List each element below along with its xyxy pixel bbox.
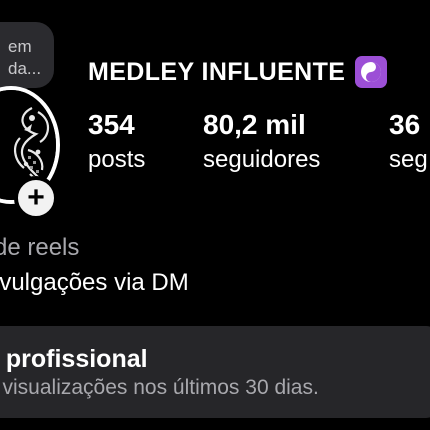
note-text-line-2: da... [8, 59, 42, 78]
bio-line-1: de reels [0, 234, 80, 261]
bio-line-2: ivulgações via DM [0, 269, 189, 296]
stat-followers[interactable]: 80,2 mil seguidores [203, 108, 320, 176]
yin-yang-icon [355, 56, 388, 88]
note-text-line-1: em [8, 37, 32, 56]
followers-label: seguidores [203, 146, 321, 173]
profile-screen: em da... + MEDLEY INFLUENTE 354 posts 80… [0, 0, 430, 430]
followers-count: 80,2 mil [203, 109, 306, 140]
posts-count: 354 [88, 109, 135, 140]
profile-name: MEDLEY INFLUENTE [88, 57, 346, 86]
stat-posts[interactable]: 354 posts [88, 108, 145, 176]
posts-label: posts [88, 146, 146, 173]
professional-dashboard-title: l profissional [0, 345, 148, 373]
plus-icon: + [27, 181, 45, 214]
note-bubble[interactable]: em da... [0, 22, 54, 88]
add-story-button[interactable]: + [14, 176, 58, 220]
following-count: 36 [389, 109, 421, 140]
professional-dashboard-subtitle: i visualizações nos últimos 30 dias. [0, 376, 319, 399]
profile-header: MEDLEY INFLUENTE [88, 56, 388, 88]
stat-following[interactable]: 36 seg [389, 108, 428, 176]
following-label: seg [389, 146, 428, 173]
